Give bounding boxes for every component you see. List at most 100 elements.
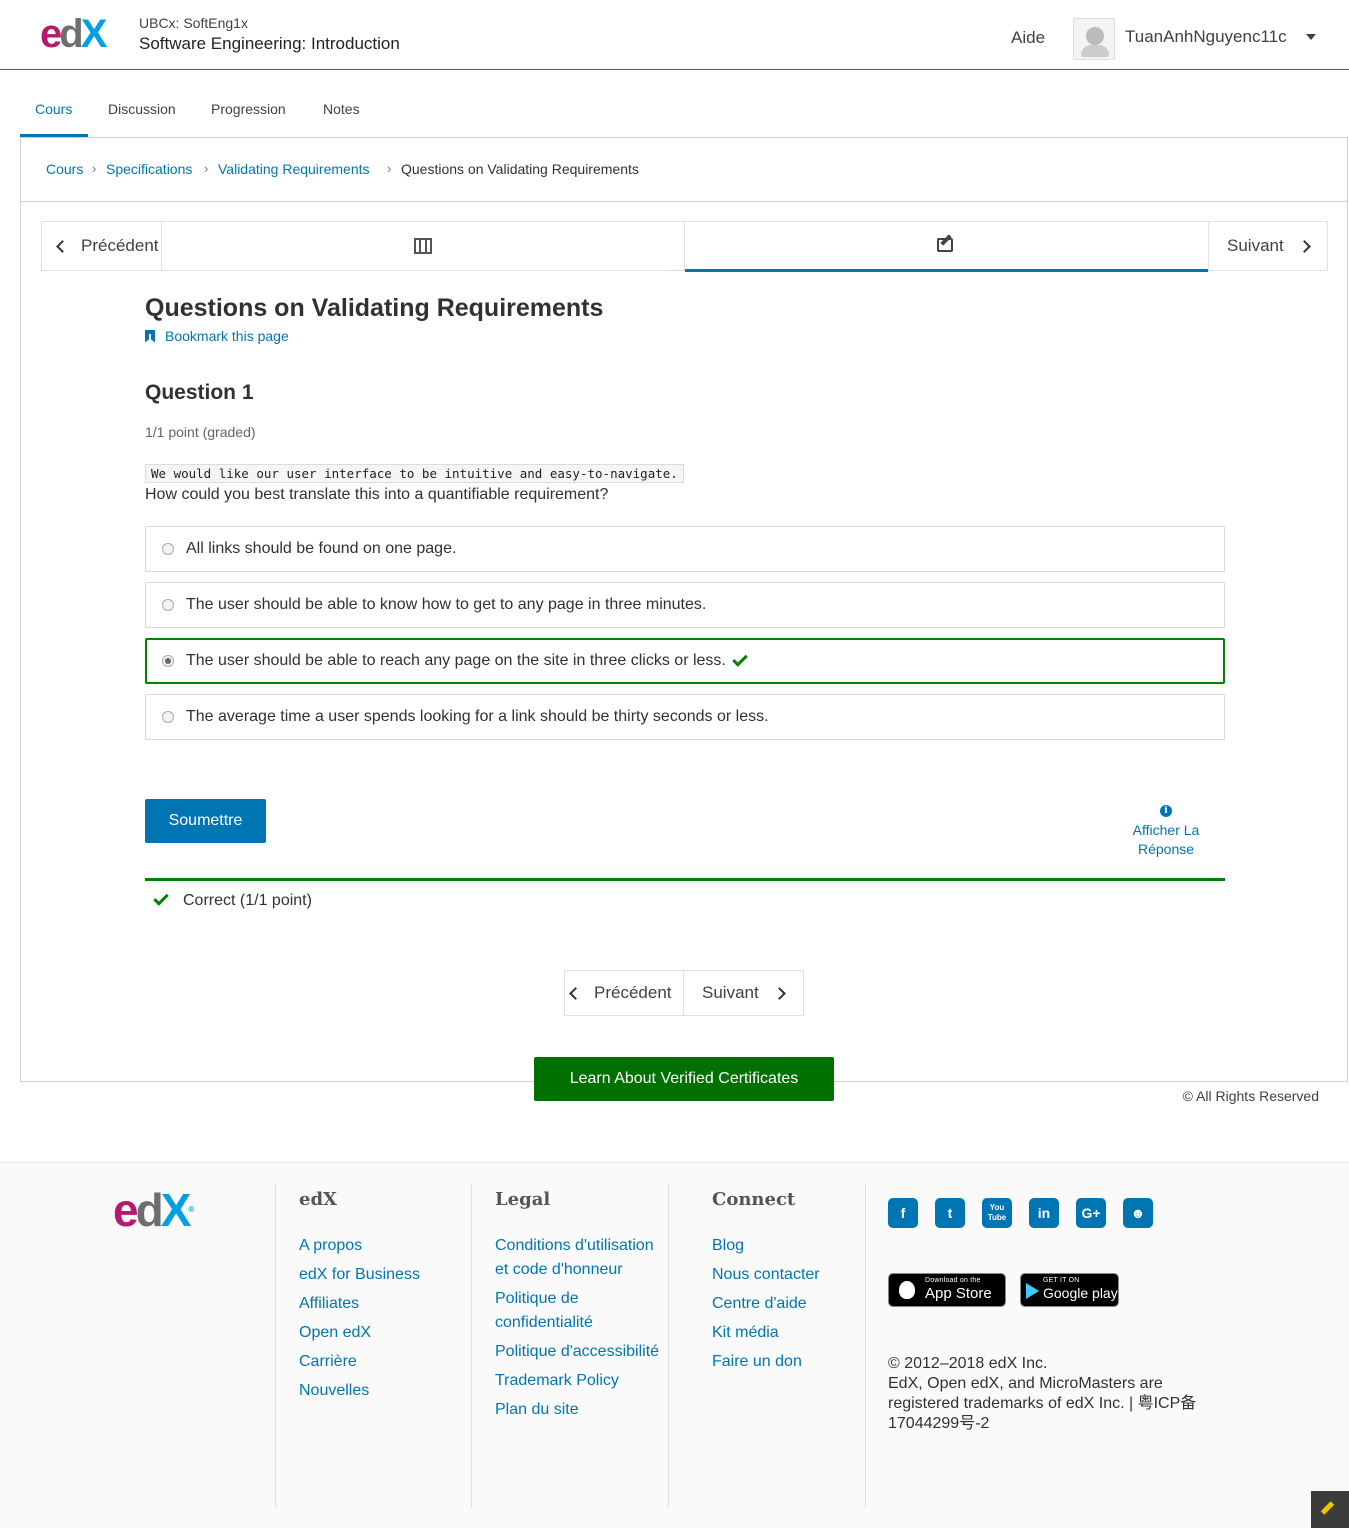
breadcrumb-validating-requirements[interactable]: Validating Requirements [218, 161, 370, 177]
google-play-badge[interactable]: GET IT ON Google play [1020, 1273, 1119, 1307]
verified-certificates-button[interactable]: Learn About Verified Certificates [534, 1057, 834, 1101]
problem-question: How could you best translate this into a… [145, 486, 609, 503]
footer-link-privacy[interactable]: Politique de confidentialité [495, 1287, 668, 1335]
course-org: UBCx: SoftEng1x [139, 15, 248, 31]
choice-4[interactable]: The average time a user spends looking f… [145, 694, 1225, 740]
bookmark-icon [145, 329, 155, 343]
show-answer-button[interactable]: Afficher La Réponse [1116, 821, 1216, 859]
breadcrumb-cours[interactable]: Cours [46, 161, 83, 177]
footer-link-careers[interactable]: Carrière [299, 1350, 471, 1374]
chevron-left-icon [569, 986, 582, 1000]
footer-col-social [865, 1183, 1245, 1508]
tab-notes[interactable]: Notes [323, 101, 360, 117]
problem-code-snippet: We would like our user interface to be i… [145, 464, 684, 483]
footer-link-business[interactable]: edX for Business [299, 1263, 471, 1287]
choice-label: All links should be found on one page. [186, 540, 457, 557]
footer-col-title: edX [299, 1189, 338, 1210]
username-link[interactable]: TuanAnhNguyenc11c [1125, 27, 1287, 47]
tab-progression[interactable]: Progression [211, 101, 286, 117]
footer-link-open-edx[interactable]: Open edX [299, 1321, 471, 1345]
twitter-icon[interactable]: t [935, 1198, 965, 1228]
unit-title: Questions on Validating Requirements [145, 294, 604, 322]
google-play-big-text: Google play [1043, 1285, 1118, 1301]
app-store-badge[interactable]: Download on the App Store [888, 1273, 1006, 1307]
tab-discussion[interactable]: Discussion [108, 101, 176, 117]
help-link[interactable]: Aide [1011, 28, 1045, 48]
course-content: Cours › Specifications › Validating Requ… [20, 137, 1348, 1082]
choice-2[interactable]: The user should be able to know how to g… [145, 582, 1225, 628]
site-footer: edX® edX A propos edX for Business Affil… [0, 1162, 1349, 1528]
feedback-pencil-icon[interactable] [1311, 1491, 1349, 1528]
radio-button[interactable] [162, 711, 174, 723]
footer-copyright: © 2012–2018 edX Inc. EdX, Open edX, and … [888, 1354, 1218, 1434]
bottom-next-button[interactable]: Suivant [684, 971, 803, 1015]
footer-col-title: Connect [712, 1189, 796, 1210]
footer-link-help-center[interactable]: Centre d'aide [712, 1292, 865, 1316]
sequence-next-button[interactable]: Suivant [1208, 222, 1327, 270]
footer-link-news[interactable]: Nouvelles [299, 1379, 471, 1403]
footer-link-sitemap[interactable]: Plan du site [495, 1398, 668, 1422]
problem-edit-icon [937, 238, 953, 252]
linkedin-icon[interactable]: in [1029, 1198, 1059, 1228]
problem-points: 1/1 point (graded) [145, 424, 256, 440]
footer-link-affiliates[interactable]: Affiliates [299, 1292, 471, 1316]
active-unit-indicator [685, 269, 1208, 272]
footer-link-blog[interactable]: Blog [712, 1234, 865, 1258]
bottom-previous-button[interactable]: Précédent [565, 971, 684, 1015]
app-store-small-text: Download on the [925, 1277, 981, 1284]
breadcrumb-separator-icon: › [387, 161, 392, 176]
correct-check-icon [732, 651, 748, 667]
edx-logo[interactable]: edX [40, 14, 107, 54]
problem-title: Question 1 [145, 381, 254, 404]
sequence-unit-video[interactable] [162, 222, 685, 270]
radio-button[interactable] [162, 599, 174, 611]
submit-button[interactable]: Soumettre [145, 799, 266, 843]
sequence-previous-button[interactable]: Précédent [42, 222, 162, 270]
google-plus-icon[interactable]: G+ [1076, 1198, 1106, 1228]
footer-link-accessibility[interactable]: Politique d'accessibilité [495, 1340, 668, 1364]
correct-check-icon [153, 890, 169, 906]
bottom-next-label: Suivant [702, 983, 759, 1002]
result-divider [145, 878, 1225, 881]
youtube-icon[interactable]: You Tube [982, 1198, 1012, 1228]
footer-link-donate[interactable]: Faire un don [712, 1350, 865, 1374]
footer-link-trademark[interactable]: Trademark Policy [495, 1369, 668, 1393]
sequence-previous-label: Précédent [81, 236, 159, 255]
app-store-big-text: App Store [925, 1285, 992, 1302]
registered-mark: ® [188, 1205, 195, 1214]
footer-link-about[interactable]: A propos [299, 1234, 471, 1258]
footer-link-terms[interactable]: Conditions d'utilisation et code d'honne… [495, 1234, 668, 1282]
choice-3[interactable]: The user should be able to reach any pag… [145, 638, 1225, 684]
reddit-icon[interactable]: ☻ [1123, 1198, 1153, 1228]
social-links: f t You Tube in G+ ☻ [888, 1198, 1153, 1228]
footer-link-contact[interactable]: Nous contacter [712, 1263, 865, 1287]
footer-col-connect: Connect Blog Nous contacter Centre d'aid… [668, 1183, 865, 1508]
choice-label: The user should be able to know how to g… [186, 596, 707, 613]
footer-col-title: Legal [495, 1189, 551, 1210]
breadcrumb: Cours › Specifications › Validating Requ… [21, 138, 1347, 202]
choice-label: The user should be able to reach any pag… [186, 652, 726, 669]
sequence-next-label: Suivant [1227, 236, 1284, 255]
bottom-sequence-nav: Précédent Suivant [564, 970, 804, 1016]
course-name: Software Engineering: Introduction [139, 34, 400, 53]
radio-button-selected[interactable] [162, 655, 174, 667]
all-rights-reserved: © All Rights Reserved [1182, 1088, 1319, 1104]
breadcrumb-specifications[interactable]: Specifications [106, 161, 192, 177]
footer-link-media-kit[interactable]: Kit média [712, 1321, 865, 1345]
facebook-icon[interactable]: f [888, 1198, 918, 1228]
footer-col-edx: edX A propos edX for Business Affiliates… [275, 1183, 471, 1508]
choice-1[interactable]: All links should be found on one page. [145, 526, 1225, 572]
chevron-right-icon [1297, 239, 1311, 253]
bookmark-button[interactable]: Bookmark this page [145, 328, 289, 344]
problem-result: Correct (1/1 point) [153, 890, 312, 910]
user-menu-chevron-down-icon[interactable] [1306, 34, 1316, 40]
trademark-line: EdX, Open edX, and MicroMasters are regi… [888, 1375, 1197, 1432]
site-header: edX UBCx: SoftEng1x Software Engineering… [0, 0, 1349, 70]
footer-edx-logo[interactable]: edX® [113, 1187, 194, 1233]
user-avatar[interactable] [1073, 18, 1115, 60]
sequence-unit-problem[interactable] [685, 222, 1208, 272]
footer-col-legal: Legal Conditions d'utilisation et code d… [471, 1183, 668, 1508]
tab-cours[interactable]: Cours [35, 101, 72, 117]
radio-button[interactable] [162, 543, 174, 555]
info-icon: i [1160, 805, 1172, 817]
